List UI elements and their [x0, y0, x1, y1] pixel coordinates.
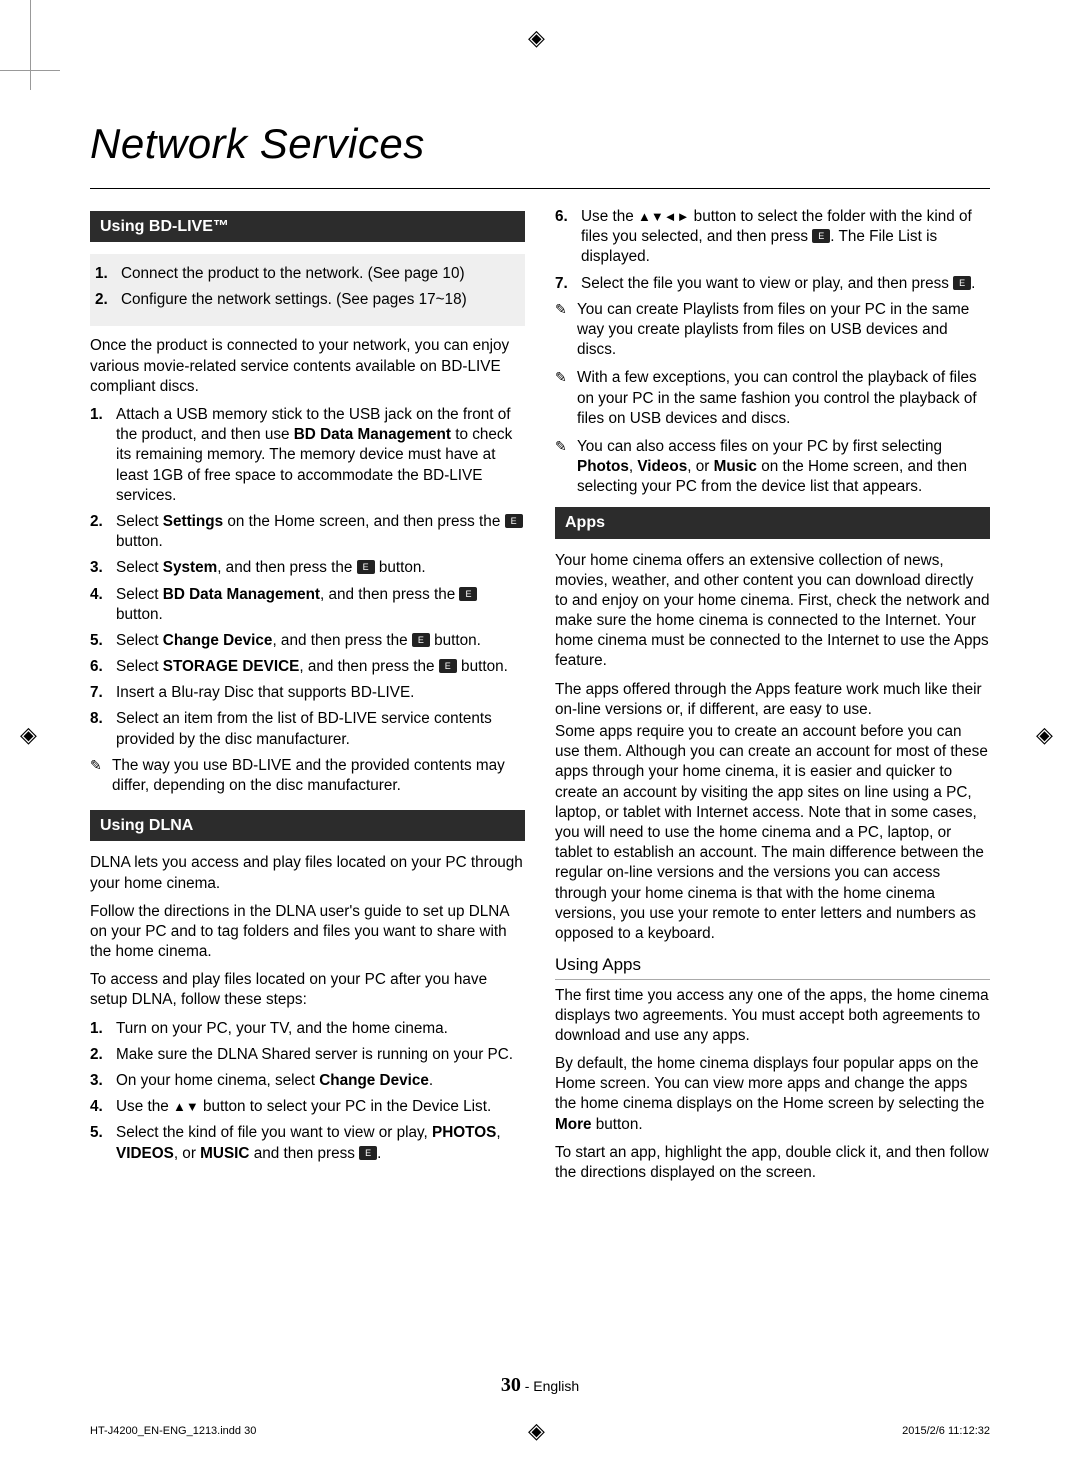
list-item: 5.Select the kind of file you want to vi…: [90, 1123, 525, 1163]
list-item: 6.Select STORAGE DEVICE, and then press …: [90, 657, 525, 677]
list-item: 1.Turn on your PC, your TV, and the home…: [90, 1019, 525, 1039]
ua-p1: The first time you access any one of the…: [555, 986, 990, 1047]
columns: Using BD-LIVE™ 1.Connect the product to …: [90, 207, 990, 1191]
using-apps-head: Using Apps: [555, 954, 990, 979]
right-column: 6.Use the ▲▼◄► button to select the fold…: [555, 207, 990, 1191]
bdlive-intro: Once the product is connected to your ne…: [90, 336, 525, 397]
section-header-dlna: Using DLNA: [90, 810, 525, 841]
registration-mark-icon: [528, 25, 552, 49]
note-rich: ✎ You can also access files on your PC b…: [555, 437, 990, 498]
note-text: You can create Playlists from files on y…: [577, 300, 990, 361]
list-item: 8.Select an item from the list of BD-LIV…: [90, 709, 525, 749]
enter-button-icon: E: [505, 514, 523, 528]
footer-lang: English: [533, 1378, 579, 1394]
note: ✎You can create Playlists from files on …: [555, 300, 990, 361]
note: ✎With a few exceptions, you can control …: [555, 368, 990, 429]
dlna-steps: 1.Turn on your PC, your TV, and the home…: [90, 1019, 525, 1164]
list-item: 1.Connect the product to the network. (S…: [95, 264, 520, 284]
registration-mark-icon: [1036, 722, 1060, 746]
page-number: 30: [501, 1374, 521, 1396]
note-icon: ✎: [555, 300, 577, 361]
footer-lang-sep: -: [525, 1378, 534, 1394]
page-title: Network Services: [90, 120, 990, 168]
dlna-steps-cont: 6.Use the ▲▼◄► button to select the fold…: [555, 207, 990, 294]
dlna-p1: DLNA lets you access and play files loca…: [90, 853, 525, 893]
enter-button-icon: E: [459, 587, 477, 601]
ua-p2: By default, the home cinema displays fou…: [555, 1054, 990, 1135]
section-header-apps: Apps: [555, 507, 990, 538]
list-item: 4.Select BD Data Management, and then pr…: [90, 585, 525, 625]
page-content: Network Services Using BD-LIVE™ 1.Connec…: [0, 0, 1080, 1251]
list-item: 4.Use the ▲▼ button to select your PC in…: [90, 1097, 525, 1117]
list-item: 2.Make sure the DLNA Shared server is ru…: [90, 1045, 525, 1065]
dlna-p3: To access and play files located on your…: [90, 970, 525, 1010]
enter-button-icon: E: [953, 276, 971, 290]
note-text: The way you use BD-LIVE and the provided…: [112, 756, 525, 796]
enter-button-icon: E: [359, 1146, 377, 1160]
enter-button-icon: E: [412, 633, 430, 647]
title-rule: [90, 188, 990, 189]
list-item: 3.On your home cinema, select Change Dev…: [90, 1071, 525, 1091]
apps-p2: The apps offered through the Apps featur…: [555, 680, 990, 720]
list-item: 7.Insert a Blu-ray Disc that supports BD…: [90, 683, 525, 703]
dlna-p2: Follow the directions in the DLNA user's…: [90, 902, 525, 963]
crop-guide: [30, 0, 31, 90]
enter-button-icon: E: [357, 560, 375, 574]
enter-button-icon: E: [439, 659, 457, 673]
list-item: 2.Configure the network settings. (See p…: [95, 290, 520, 310]
left-column: Using BD-LIVE™ 1.Connect the product to …: [90, 207, 525, 1191]
right-notes: ✎You can create Playlists from files on …: [555, 300, 990, 429]
list-item: 2.Select Settings on the Home screen, an…: [90, 512, 525, 552]
note-icon: ✎: [555, 368, 577, 429]
enter-button-icon: E: [812, 229, 830, 243]
prereq-box: 1.Connect the product to the network. (S…: [90, 254, 525, 326]
bdlive-steps: 1.Attach a USB memory stick to the USB j…: [90, 405, 525, 750]
apps-p1: Your home cinema offers an extensive col…: [555, 551, 990, 672]
apps-p3: Some apps require you to create an accou…: [555, 722, 990, 944]
registration-mark-icon: [528, 1418, 552, 1442]
list-item: 3.Select System, and then press the E bu…: [90, 558, 525, 578]
section-header-bdlive: Using BD-LIVE™: [90, 211, 525, 242]
note-bdlive: ✎ The way you use BD-LIVE and the provid…: [90, 756, 525, 796]
crop-guide: [0, 70, 60, 71]
print-meta-date: 2015/2/6 11:12:32: [902, 1425, 990, 1437]
list-item: 5.Select Change Device, and then press t…: [90, 631, 525, 651]
ua-p3: To start an app, highlight the app, doub…: [555, 1143, 990, 1183]
print-meta-file: HT-J4200_EN-ENG_1213.indd 30: [90, 1425, 256, 1437]
registration-mark-icon: [20, 722, 44, 746]
list-item: 1.Attach a USB memory stick to the USB j…: [90, 405, 525, 506]
page-footer: 30 - English: [0, 1374, 1080, 1397]
note-text: With a few exceptions, you can control t…: [577, 368, 990, 429]
list-item: 7.Select the file you want to view or pl…: [555, 274, 990, 294]
note-text: You can also access files on your PC by …: [577, 437, 990, 498]
note-icon: ✎: [90, 756, 112, 796]
list-item: 6.Use the ▲▼◄► button to select the fold…: [555, 207, 990, 268]
note-icon: ✎: [555, 437, 577, 498]
